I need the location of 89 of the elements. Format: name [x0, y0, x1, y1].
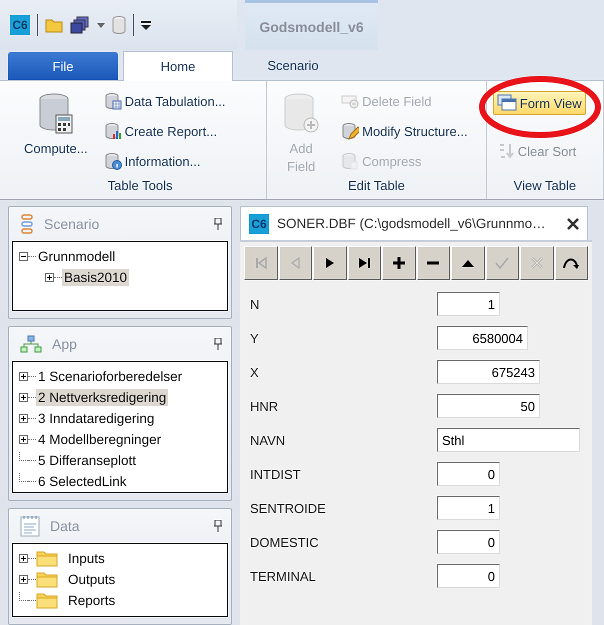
group-label: Table Tools: [106, 178, 174, 195]
close-icon[interactable]: [567, 218, 579, 230]
database-grid-icon: [104, 92, 122, 110]
field-label: INTDIST: [250, 466, 302, 482]
file-tab[interactable]: File: [8, 52, 118, 80]
panel-title: App: [52, 336, 78, 352]
document-tab[interactable]: SONER.DBF (C:\godsmodell_v6\Grunnmo…: [277, 216, 559, 231]
input-field[interactable]: 0: [437, 462, 500, 486]
tree-item[interactable]: 5 Differanseplott: [36, 452, 138, 469]
toolbar-button[interactable]: [416, 246, 450, 280]
input-field[interactable]: 0: [437, 564, 500, 588]
input-field[interactable]: 1: [437, 292, 500, 316]
flowchart-icon: [20, 335, 42, 353]
field-label: SENTROIDE: [250, 500, 327, 516]
ribbon-button[interactable]: Create Report...: [100, 119, 230, 143]
caret-icon[interactable]: [97, 22, 105, 28]
tree-item[interactable]: 2 Nettverksredigering: [36, 389, 168, 406]
field-label: DOMESTIC: [250, 534, 320, 550]
input-field[interactable]: 50: [437, 394, 540, 418]
input-field[interactable]: 675243: [437, 360, 540, 384]
field-label: TERMINAL: [250, 568, 317, 584]
database-info-icon: [104, 152, 122, 170]
field-label: N: [250, 296, 260, 312]
collapse-icon[interactable]: [19, 252, 28, 261]
database-pencil-icon: [341, 122, 360, 140]
tree-item[interactable]: 4 Modellberegninger: [36, 431, 164, 448]
group-label: Edit Table: [347, 178, 406, 195]
triangle-up-icon: [460, 258, 475, 268]
tree-item[interactable]: 1 Scenarioforberedelser: [36, 368, 184, 385]
expand-icon[interactable]: [19, 414, 28, 423]
ribbon-button[interactable]: Information...: [100, 149, 230, 173]
toolbar-button[interactable]: [382, 246, 416, 280]
toolbar-button[interactable]: [348, 246, 381, 280]
tree-item[interactable]: Inputs: [66, 550, 107, 567]
database-chart-icon: [104, 122, 122, 140]
input-field[interactable]: Sthl: [437, 428, 580, 452]
field-label: X: [250, 364, 260, 380]
field-label: NAVN: [250, 432, 286, 448]
input-field[interactable]: 6580004: [437, 326, 528, 350]
folder-icon: [36, 550, 58, 566]
customize-caret-icon[interactable]: [141, 20, 151, 30]
minus-icon: [426, 261, 440, 265]
windows-icon: [496, 94, 517, 112]
tree-item[interactable]: Outputs: [66, 571, 118, 588]
database-icon: [341, 152, 360, 170]
tree-item[interactable]: 3 Inndataredigering: [36, 410, 156, 427]
folder-icon: [36, 592, 58, 608]
ribbon-tab[interactable]: Home: [123, 51, 233, 81]
pin-icon[interactable]: [214, 218, 222, 230]
cross-icon: [528, 255, 545, 271]
check-icon: [494, 255, 510, 271]
ribbon-button[interactable]: Compute...: [20, 89, 92, 160]
tree-item[interactable]: Grunnmodell: [36, 248, 118, 265]
play-icon: [324, 257, 335, 269]
notepad-icon: [20, 515, 40, 537]
expand-icon[interactable]: [45, 273, 54, 282]
stack-icon: [20, 214, 34, 234]
field-label: Y: [250, 330, 260, 346]
ribbon-button[interactable]: Data Tabulation...: [100, 89, 230, 113]
toolbar-button[interactable]: [554, 246, 588, 280]
expand-icon[interactable]: [19, 575, 28, 584]
toolbar-button[interactable]: [451, 246, 484, 280]
last-record-icon: [356, 255, 372, 271]
ribbon-button[interactable]: Form View: [492, 91, 586, 115]
panel-title: Scenario: [44, 216, 100, 232]
expand-icon[interactable]: [19, 393, 28, 402]
expand-icon[interactable]: [19, 554, 28, 563]
pin-icon[interactable]: [214, 520, 222, 532]
field-label: HNR: [250, 398, 280, 414]
document-logo: C6: [249, 214, 269, 234]
plus-icon: [392, 256, 406, 270]
folder-icon[interactable]: [45, 18, 63, 32]
expand-icon[interactable]: [19, 435, 28, 444]
toolbar-button[interactable]: [313, 246, 346, 280]
expand-icon[interactable]: [19, 372, 28, 381]
tree-item[interactable]: Basis2010: [62, 269, 130, 286]
stacked-windows-icon[interactable]: [70, 16, 90, 34]
ribbon-tab[interactable]: Scenario: [238, 50, 348, 80]
panel-title: Data: [50, 518, 81, 534]
input-field[interactable]: 1: [437, 496, 500, 520]
tree-item[interactable]: Reports: [66, 592, 118, 609]
window-title: Godsmodell_v6: [259, 18, 364, 34]
folder-icon: [36, 572, 58, 588]
ribbon-button[interactable]: Modify Structure...: [337, 119, 472, 143]
tree-item[interactable]: 6 SelectedLink: [36, 473, 129, 490]
input-field[interactable]: 0: [437, 530, 500, 554]
pin-icon[interactable]: [214, 338, 222, 350]
group-label: View Table: [512, 178, 578, 195]
app-logo[interactable]: C6: [10, 15, 30, 35]
